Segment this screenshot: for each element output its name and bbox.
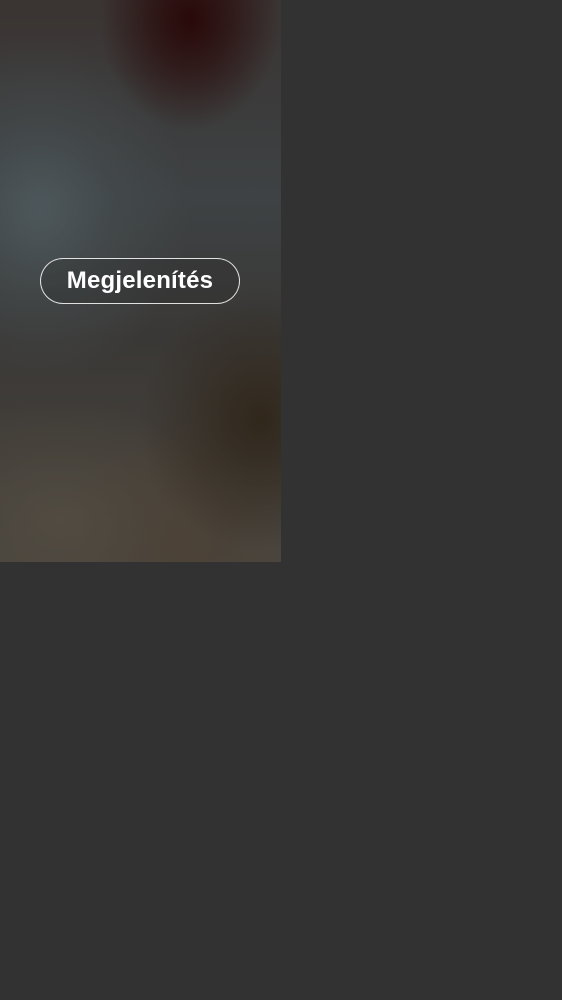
blurred-media-tile[interactable]: Megjelenítés xyxy=(0,0,281,562)
show-media-button[interactable]: Megjelenítés xyxy=(40,258,240,304)
screen: Megjelenítés xyxy=(0,0,562,1000)
